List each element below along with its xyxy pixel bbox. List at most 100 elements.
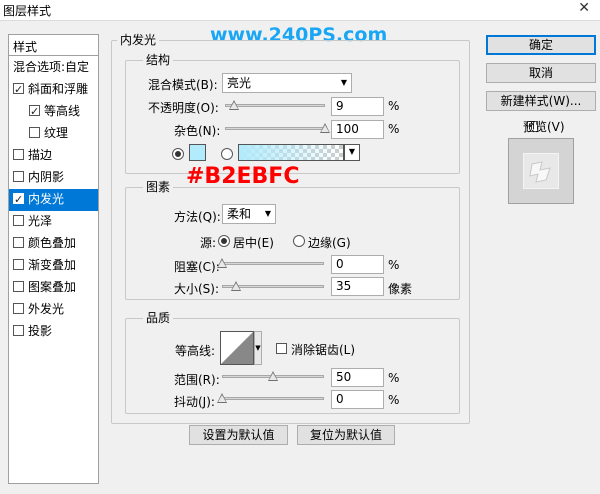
style-item[interactable]: 图案叠加 xyxy=(9,277,98,299)
reset-default-button[interactable]: 复位为默认值 xyxy=(297,425,395,445)
style-item-label: 光泽 xyxy=(28,214,53,228)
glow-color-swatch[interactable] xyxy=(189,144,206,161)
style-item-label: 混合选项:自定 xyxy=(13,60,90,74)
style-item[interactable]: 等高线 xyxy=(9,101,98,123)
style-item-checkbox[interactable] xyxy=(29,102,40,122)
noise-slider[interactable] xyxy=(225,127,325,130)
style-item-checkbox[interactable] xyxy=(13,171,24,182)
style-item-label: 等高线 xyxy=(44,104,81,118)
chevron-down-icon: ▼ xyxy=(348,147,356,156)
elements-legend: 图素 xyxy=(143,178,174,195)
style-item[interactable]: 外发光 xyxy=(9,299,98,321)
jitter-unit: % xyxy=(388,393,400,407)
style-item[interactable]: 内发光 xyxy=(9,189,98,211)
style-item-checkbox[interactable] xyxy=(13,80,24,100)
style-item-checkbox[interactable] xyxy=(13,215,24,226)
gradient-radio[interactable] xyxy=(221,148,233,160)
style-item-checkbox[interactable] xyxy=(29,127,40,138)
choke-slider-thumb[interactable] xyxy=(217,258,227,268)
choke-input[interactable]: 0 xyxy=(331,255,384,274)
style-item-checkbox[interactable] xyxy=(13,190,24,210)
size-input[interactable]: 35 xyxy=(331,277,384,296)
style-item[interactable]: 光泽 xyxy=(9,211,98,233)
style-item-label: 外发光 xyxy=(28,302,65,316)
gradient-fill xyxy=(239,145,343,160)
style-item[interactable]: 斜面和浮雕 xyxy=(9,79,98,101)
noise-slider-thumb[interactable] xyxy=(320,123,330,133)
style-item-label: 投影 xyxy=(28,324,53,338)
style-item[interactable]: 描边 xyxy=(9,145,98,167)
opacity-slider-thumb[interactable] xyxy=(229,100,239,110)
jitter-label: 抖动(J): xyxy=(174,395,215,409)
blend-mode-select[interactable]: 亮光 ▼ xyxy=(222,73,352,93)
noise-input[interactable]: 100 xyxy=(331,120,384,139)
preview-swatch xyxy=(523,153,559,189)
style-item-checkbox[interactable] xyxy=(13,325,24,336)
technique-select[interactable]: 柔和 ▼ xyxy=(222,204,276,224)
close-icon[interactable]: ✕ xyxy=(578,0,590,16)
preview-glyph-icon xyxy=(529,161,551,183)
antialias-checkbox[interactable] xyxy=(276,343,287,354)
contour-dropdown[interactable]: ▼ xyxy=(254,331,262,365)
noise-label: 杂色(N): xyxy=(174,124,221,138)
gradient-dropdown-button[interactable]: ▼ xyxy=(344,144,360,161)
opacity-label: 不透明度(O): xyxy=(148,101,219,115)
source-center-label[interactable]: 居中(E) xyxy=(233,234,274,251)
new-style-button[interactable]: 新建样式(W)... xyxy=(486,91,596,111)
choke-slider[interactable] xyxy=(222,262,324,265)
style-item-label: 纹理 xyxy=(44,126,69,140)
preview-label[interactable]: 预览(V) xyxy=(523,118,565,135)
style-item-label: 斜面和浮雕 xyxy=(28,82,89,96)
choke-unit: % xyxy=(388,258,400,272)
size-label: 大小(S): xyxy=(174,282,220,296)
technique-value: 柔和 xyxy=(227,207,252,221)
range-label: 范围(R): xyxy=(174,373,220,387)
chevron-down-icon: ▼ xyxy=(340,78,347,87)
cancel-button[interactable]: 取消 xyxy=(486,63,596,83)
range-slider-thumb[interactable] xyxy=(268,371,278,381)
style-item-checkbox[interactable] xyxy=(13,237,24,248)
style-item[interactable]: 颜色叠加 xyxy=(9,233,98,255)
style-item-label: 描边 xyxy=(28,148,53,162)
inner-glow-title: 内发光 xyxy=(117,31,160,48)
style-item[interactable]: 混合选项:自定 xyxy=(9,57,98,79)
style-item-label: 颜色叠加 xyxy=(28,236,77,250)
jitter-slider-thumb[interactable] xyxy=(217,393,227,403)
style-item[interactable]: 内阴影 xyxy=(9,167,98,189)
size-unit: 像素 xyxy=(388,282,413,296)
antialias-label[interactable]: 消除锯齿(L) xyxy=(291,341,355,358)
chevron-down-icon: ▼ xyxy=(255,344,261,352)
range-input[interactable]: 50 xyxy=(331,368,384,387)
style-item[interactable]: 纹理 xyxy=(9,123,98,145)
make-default-button[interactable]: 设置为默认值 xyxy=(189,425,288,445)
chevron-down-icon: ▼ xyxy=(264,209,271,218)
style-item-checkbox[interactable] xyxy=(13,149,24,160)
blend-mode-value: 亮光 xyxy=(227,76,252,90)
style-item[interactable]: 投影 xyxy=(9,321,98,343)
solid-color-radio[interactable] xyxy=(172,148,184,160)
style-item-label: 内发光 xyxy=(28,192,65,206)
opacity-input[interactable]: 9 xyxy=(331,97,384,116)
structure-legend: 结构 xyxy=(143,51,174,68)
style-item-checkbox[interactable] xyxy=(13,259,24,270)
source-edge-label[interactable]: 边缘(G) xyxy=(308,234,351,251)
style-item-checkbox[interactable] xyxy=(13,281,24,292)
source-edge-radio[interactable] xyxy=(293,235,305,247)
opacity-slider[interactable] xyxy=(225,104,325,107)
jitter-input[interactable]: 0 xyxy=(331,390,384,409)
size-slider-thumb[interactable] xyxy=(231,281,242,291)
style-item-label: 图案叠加 xyxy=(28,280,77,294)
source-label: 源: xyxy=(200,236,217,250)
contour-preview[interactable] xyxy=(220,331,254,365)
style-item-checkbox[interactable] xyxy=(13,303,24,314)
choke-label: 阻塞(C): xyxy=(174,260,220,274)
style-item[interactable]: 渐变叠加 xyxy=(9,255,98,277)
styles-list: 样式 混合选项:自定斜面和浮雕等高线纹理描边内阴影内发光光泽颜色叠加渐变叠加图案… xyxy=(8,34,99,484)
styles-header[interactable]: 样式 xyxy=(9,35,98,56)
source-center-radio[interactable] xyxy=(218,235,230,247)
style-item-label: 内阴影 xyxy=(28,170,65,184)
gradient-picker[interactable] xyxy=(238,144,344,161)
jitter-slider[interactable] xyxy=(222,397,324,400)
opacity-unit: % xyxy=(388,99,400,113)
ok-button[interactable]: 确定 xyxy=(486,35,596,55)
